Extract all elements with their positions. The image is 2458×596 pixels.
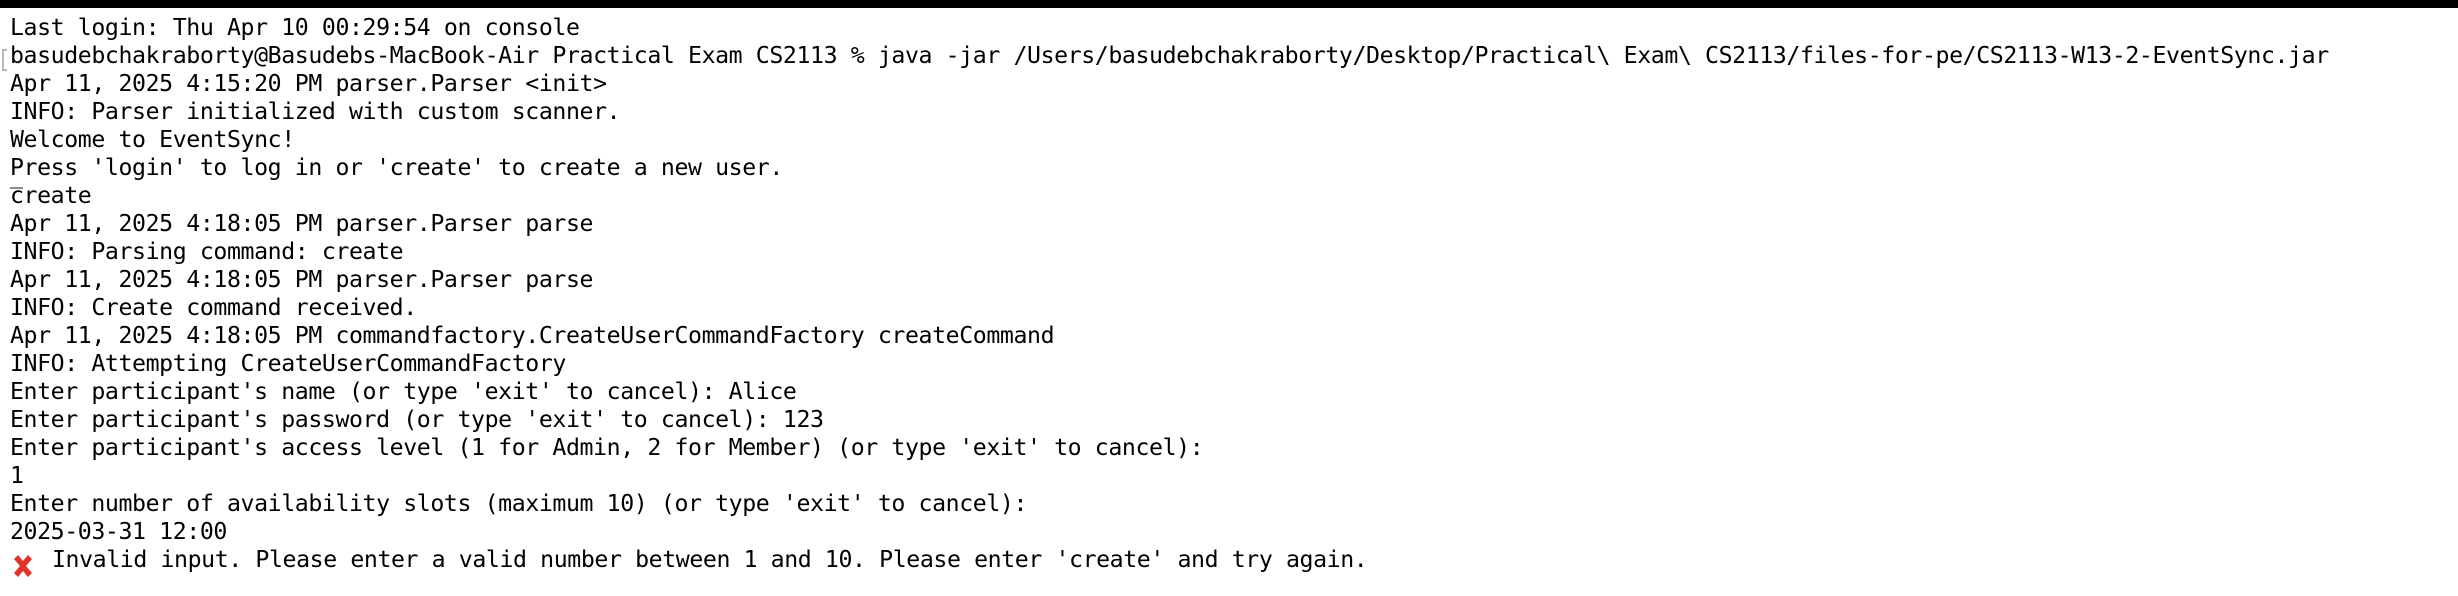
terminal-line-error: Invalid input. Please enter a valid numb… bbox=[52, 546, 1368, 573]
terminal-line-password-prompt: Enter participant's password (or type 'e… bbox=[10, 406, 824, 433]
terminal-line-log-timestamp: Apr 11, 2025 4:18:05 PM parser.Parser pa… bbox=[10, 210, 594, 237]
terminal-line-info: INFO: Parser initialized with custom sca… bbox=[10, 98, 621, 125]
terminal-line-info: INFO: Parsing command: create bbox=[10, 238, 404, 265]
terminal-line-welcome: Welcome to EventSync! bbox=[10, 126, 295, 153]
line-marker-icon bbox=[2, 49, 7, 71]
window-top-edge bbox=[0, 0, 2458, 8]
terminal-line-name-prompt: Enter participant's name (or type 'exit'… bbox=[10, 378, 797, 405]
terminal-line-info: INFO: Create command received. bbox=[10, 294, 417, 321]
terminal-line-prompt-command: basudebchakraborty@Basudebs-MacBook-Air … bbox=[10, 42, 2329, 69]
cross-mark-icon bbox=[14, 555, 32, 577]
terminal-line-log-timestamp: Apr 11, 2025 4:15:20 PM parser.Parser <i… bbox=[10, 70, 607, 97]
terminal-line-user-input: 1 bbox=[10, 462, 24, 489]
terminal-line-user-input: 2025-03-31 12:00 bbox=[10, 518, 227, 545]
terminal-line-access-level-prompt: Enter participant's access level (1 for … bbox=[10, 434, 1204, 461]
terminal-window[interactable]: Last login: Thu Apr 10 00:29:54 on conso… bbox=[0, 8, 2458, 596]
terminal-line-last-login: Last login: Thu Apr 10 00:29:54 on conso… bbox=[10, 14, 580, 41]
terminal-line-slots-prompt: Enter number of availability slots (maxi… bbox=[10, 490, 1028, 517]
terminal-output: Last login: Thu Apr 10 00:29:54 on conso… bbox=[10, 14, 2329, 546]
terminal-line-user-input: create bbox=[10, 182, 92, 209]
terminal-line-log-timestamp: Apr 11, 2025 4:18:05 PM parser.Parser pa… bbox=[10, 266, 594, 293]
terminal-line-instruction: Press 'login' to log in or 'create' to c… bbox=[10, 154, 783, 181]
terminal-line-log-timestamp: Apr 11, 2025 4:18:05 PM commandfactory.C… bbox=[10, 322, 1055, 349]
terminal-line-info: INFO: Attempting CreateUserCommandFactor… bbox=[10, 350, 566, 377]
